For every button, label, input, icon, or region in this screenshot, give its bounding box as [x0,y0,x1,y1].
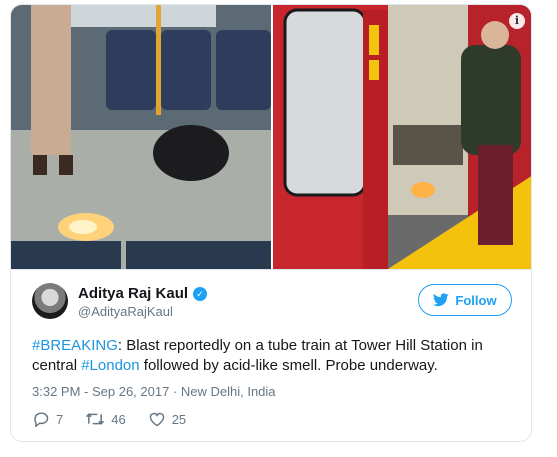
reply-action[interactable]: 7 [32,411,63,427]
follow-label: Follow [455,292,497,308]
verified-badge-icon: ✓ [193,286,208,301]
tweet-timestamp[interactable]: 3:32 PM - Sep 26, 2017 [32,384,169,399]
hashtag-london[interactable]: #London [81,357,139,374]
photo-train-exterior-drawing [273,5,531,269]
follow-button[interactable]: Follow [418,284,512,316]
tweet-card: i Aditya Raj Kaul ✓ @AdityaRajKaul Follo… [10,4,532,442]
meta-separator: · [169,384,181,399]
like-count: 25 [171,411,187,427]
tweet-location[interactable]: New Delhi, India [181,384,276,399]
tweet-meta: 3:32 PM - Sep 26, 2017 · New Delhi, Indi… [32,384,276,399]
tweet-body: Aditya Raj Kaul ✓ @AdityaRajKaul Follow … [11,269,531,441]
tweet-media[interactable]: i [11,5,531,269]
reply-icon [34,412,49,427]
retweet-count: 46 [111,411,126,427]
author-name-line[interactable]: Aditya Raj Kaul ✓ [78,285,208,302]
photo-train-interior[interactable] [11,5,271,269]
reply-count: 7 [56,411,64,427]
author-handle[interactable]: @AdityaRajKaul [78,304,173,319]
tweet-text-part2: followed by acid-like smell. Probe under… [139,357,438,374]
tweet-text: #BREAKING: Blast reportedly on a tube tr… [32,336,512,376]
heart-icon [149,412,164,427]
twitter-bird-icon [433,293,450,307]
hashtag-breaking[interactable]: #BREAKING [32,337,118,354]
like-action[interactable]: 25 [148,411,186,427]
avatar[interactable] [32,283,68,319]
tweet-actions: 7 46 25 [32,411,186,427]
author-name[interactable]: Aditya Raj Kaul [78,285,188,302]
photo-train-exterior[interactable] [273,5,531,269]
info-icon[interactable]: i [509,13,525,29]
photo-train-interior-drawing [11,5,271,269]
retweet-icon [86,413,105,425]
retweet-action[interactable]: 46 [85,411,126,427]
